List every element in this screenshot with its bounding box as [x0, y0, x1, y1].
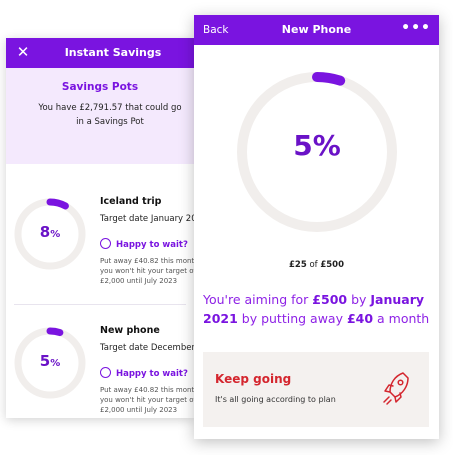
back-button[interactable]: Back: [203, 15, 229, 45]
rocket-icon: [383, 372, 409, 405]
screen-title: Instant Savings: [64, 46, 162, 59]
progress-amounts: £25 of £500: [194, 260, 439, 270]
savings-pots-heading: Savings Pots: [61, 81, 139, 93]
more-options-icon[interactable]: •••: [401, 15, 431, 45]
pot-percent-sign: %: [50, 358, 61, 369]
target-amount: £500: [320, 260, 345, 270]
savings-pots-description: You have £2,791.57 that could go in a Sa…: [38, 103, 182, 127]
happy-to-wait-link[interactable]: Happy to wait?: [100, 234, 188, 250]
goal-summary: You're aiming for £500 by January 2021 b…: [203, 290, 431, 328]
pot-percent: 8%: [14, 223, 86, 241]
pot-percent-sign: %: [50, 229, 61, 240]
pot-percent-value: 8: [39, 223, 51, 241]
pot-target-date: Target date January 20: [100, 214, 194, 224]
progress-percent: 5%: [293, 129, 341, 162]
goal-monthly: £40: [346, 311, 374, 326]
pot-percent: 5%: [14, 352, 86, 370]
saved-amount: £25: [288, 260, 307, 270]
header-bar: ✕ Instant Savings: [6, 38, 194, 68]
goal-text: by putting away: [237, 311, 347, 326]
status-description: It's all going according to plan: [215, 395, 336, 404]
new-phone-screen: New Phone Back ••• 5% £25 of £500 You're…: [194, 15, 439, 439]
of-word: of: [309, 260, 318, 270]
divider: [14, 304, 186, 305]
goal-text: by: [347, 292, 371, 307]
savings-pots-banner: Savings Pots You have £2,791.57 that cou…: [6, 68, 194, 164]
pot-note: Put away £40.82 this month you won't hit…: [100, 386, 194, 414]
close-icon[interactable]: ✕: [14, 43, 32, 61]
happy-to-wait-label: Happy to wait?: [116, 368, 188, 379]
pot-card-new-phone[interactable]: 5% New phone Target date December Happy …: [6, 325, 194, 418]
smiley-icon: [100, 367, 111, 378]
pot-name: New phone: [100, 325, 160, 336]
happy-to-wait-link[interactable]: Happy to wait?: [100, 363, 188, 379]
goal-amount: £500: [312, 292, 348, 307]
goal-text: a month: [373, 311, 430, 326]
smiley-icon: [100, 238, 111, 249]
pot-note: Put away £40.82 this month you won't hit…: [100, 257, 194, 285]
happy-to-wait-label: Happy to wait?: [116, 239, 188, 250]
instant-savings-screen: ✕ Instant Savings Savings Pots You have …: [6, 38, 194, 418]
pot-percent-value: 5: [39, 352, 51, 370]
pot-card-iceland-trip[interactable]: 8% Iceland trip Target date January 20 H…: [6, 196, 194, 318]
goal-text: You're aiming for: [203, 292, 313, 307]
status-card: Keep going It's all going according to p…: [203, 352, 429, 427]
pot-target-date: Target date December: [100, 343, 194, 353]
pot-name: Iceland trip: [100, 196, 162, 207]
header-bar: New Phone Back •••: [194, 15, 439, 45]
status-title: Keep going: [215, 372, 292, 386]
